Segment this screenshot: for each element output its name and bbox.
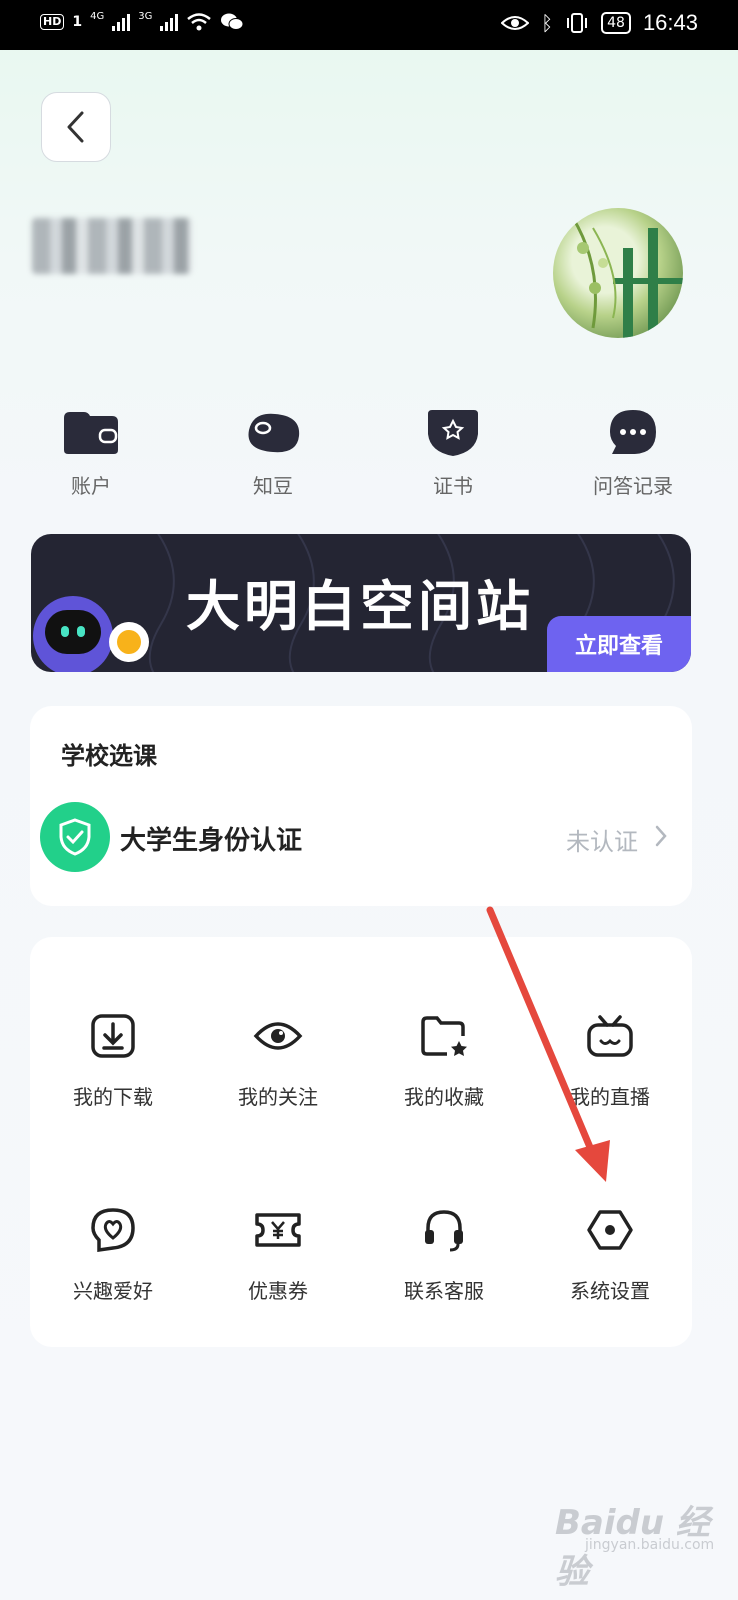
verification-status: 未认证 [566,828,638,856]
grid-item-settings-label: 系统设置 [570,1279,650,1303]
grid-item-favorites-label: 我的收藏 [404,1085,484,1109]
hd-indicator: HD [40,14,65,30]
tv-icon [587,1015,633,1057]
school-card-title: 学校选课 [61,742,157,770]
quick-certificate-label: 证书 [433,474,473,498]
grid-item-customer-service[interactable]: 联系客服 [369,1199,519,1304]
eye-comfort-icon [501,16,530,30]
chevron-left-icon [67,111,84,143]
banner-view-button[interactable]: 立即查看 [547,616,691,672]
username-blurred [32,218,192,274]
heart-pin-icon [91,1208,135,1253]
quick-account[interactable]: 账户 [21,400,161,499]
eye-icon [253,1022,303,1050]
mascot-icon [33,596,113,672]
grid-item-following[interactable]: 我的关注 [203,1005,353,1110]
grid-item-downloads[interactable]: 我的下载 [38,1005,188,1110]
signal-icon [112,13,131,31]
settings-icon [587,1210,633,1250]
vibrate-icon [567,13,588,33]
quick-beans-label: 知豆 [253,474,293,498]
promo-banner[interactable]: 大明白空间站 立即查看 [31,534,691,672]
coupon-icon [255,1213,301,1247]
quick-account-label: 账户 [71,474,111,498]
quick-qa-records-label: 问答记录 [593,474,673,498]
avatar[interactable] [553,208,683,338]
headset-icon [425,1210,463,1252]
download-icon [91,1014,135,1058]
status-bar: HD 1 4G 3G ᛒ 48 16:43 [0,0,738,50]
bean-icon [248,413,300,453]
grid-item-coupons[interactable]: 优惠券 [203,1199,353,1304]
quick-qa-records[interactable]: 问答记录 [563,400,703,499]
quick-actions: 账户 知豆 证书 问答记录 [0,400,738,510]
grid-item-interests[interactable]: 兴趣爱好 [38,1199,188,1304]
sim-indicator: 1 [72,14,83,30]
signal-icon-2 [160,13,179,31]
grid-item-coupons-label: 优惠券 [248,1279,308,1303]
bluetooth-icon: ᛒ [541,11,554,35]
battery-indicator: 48 [601,12,631,34]
back-button[interactable] [41,92,111,162]
grid-item-downloads-label: 我的下载 [73,1085,153,1109]
chat-icon [610,410,656,454]
network-4g-label: 4G [90,10,105,22]
grid-item-live-label: 我的直播 [570,1085,650,1109]
grid-item-favorites[interactable]: 我的收藏 [369,1005,519,1110]
grid-item-following-label: 我的关注 [238,1085,318,1109]
banner-title: 大明白空间站 [186,575,534,638]
avatar-image [571,217,683,338]
wechat-icon [221,13,244,30]
feature-grid-card: 我的下载 我的关注 我的收藏 我的直播 兴趣爱好 优惠券 联系客服 系统设置 [30,937,692,1347]
student-verification-row[interactable]: 大学生身份认证 未认证 [40,802,680,874]
quick-certificate[interactable]: 证书 [383,400,523,499]
grid-item-interests-label: 兴趣爱好 [73,1279,153,1303]
clock: 16:43 [642,10,698,35]
wifi-icon [187,13,212,31]
quick-beans[interactable]: 知豆 [203,400,343,499]
certificate-icon [428,410,478,456]
grid-item-settings[interactable]: 系统设置 [535,1199,685,1304]
grid-item-live[interactable]: 我的直播 [535,1005,685,1110]
watermark-url: jingyan.baidu.com [585,1537,715,1553]
verification-label: 大学生身份认证 [120,826,303,856]
network-3g-label: 3G [138,10,153,22]
school-card: 学校选课 大学生身份认证 未认证 [30,706,692,906]
folder-star-icon [421,1016,467,1056]
grid-item-customer-service-label: 联系客服 [404,1279,484,1303]
shield-check-icon [40,802,110,872]
megaphone-icon [109,622,149,662]
wallet-icon [64,412,118,454]
chevron-right-icon [655,825,667,847]
